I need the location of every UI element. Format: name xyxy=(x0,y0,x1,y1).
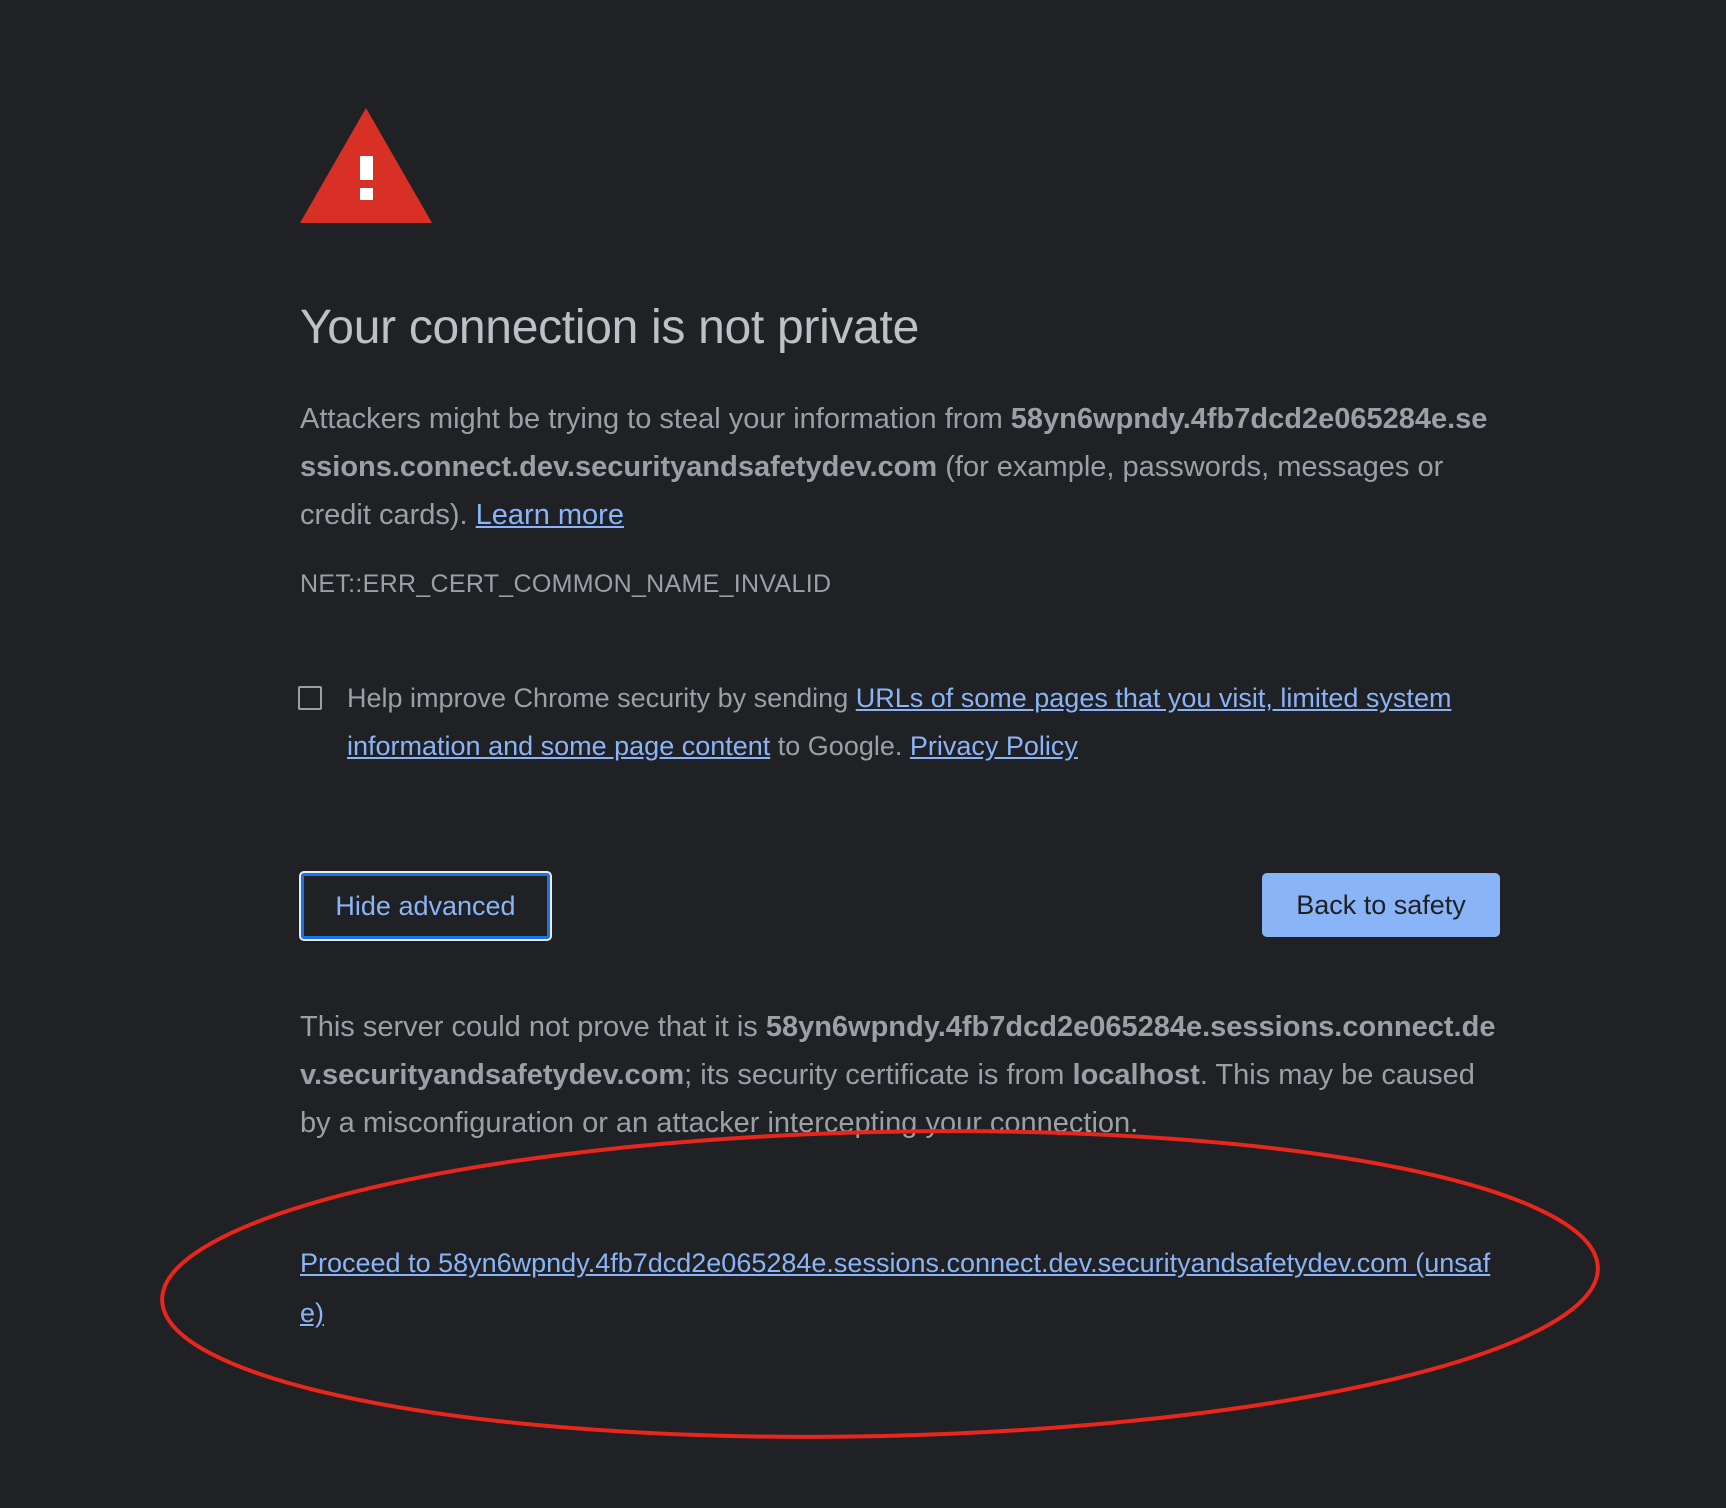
hide-advanced-button[interactable]: Hide advanced xyxy=(299,871,552,941)
warning-triangle-icon xyxy=(300,108,432,223)
reporting-checkbox[interactable] xyxy=(298,686,322,710)
back-to-safety-button[interactable]: Back to safety xyxy=(1262,873,1500,937)
reporting-text-middle: to Google. xyxy=(770,731,910,761)
certificate-issuer: localhost xyxy=(1072,1059,1200,1091)
details-text: This server could not prove that it is xyxy=(300,1011,766,1043)
privacy-policy-link[interactable]: Privacy Policy xyxy=(910,731,1078,761)
reporting-label: Help improve Chrome security by sending … xyxy=(347,674,1477,770)
page-title: Your connection is not private xyxy=(300,301,919,354)
intro-text: Attackers might be trying to steal your … xyxy=(300,403,1011,435)
learn-more-link[interactable]: Learn more xyxy=(476,499,624,531)
proceed-unsafe-link[interactable]: Proceed to 58yn6wpndy.4fb7dcd2e065284e.s… xyxy=(300,1238,1500,1338)
main-message: Attackers might be trying to steal your … xyxy=(300,395,1500,539)
details-text-middle: ; its security certificate is from xyxy=(684,1059,1073,1091)
details-message: This server could not prove that it is 5… xyxy=(300,1003,1500,1147)
reporting-text: Help improve Chrome security by sending xyxy=(347,683,856,713)
error-code: NET::ERR_CERT_COMMON_NAME_INVALID xyxy=(300,570,832,598)
